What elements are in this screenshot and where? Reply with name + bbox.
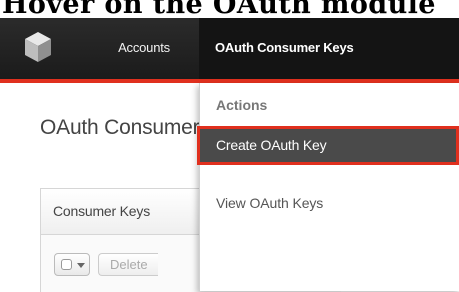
menu-item-create-oauth-key[interactable]: Create OAuth Key: [197, 126, 459, 165]
tutorial-caption: Hover on the OAuth module: [0, 0, 459, 18]
delete-button[interactable]: Delete: [98, 253, 158, 276]
top-navbar: Accounts OAuth Consumer Keys: [0, 18, 459, 83]
caption-text: Hover on the OAuth module: [2, 0, 436, 18]
mass-select-dropdown[interactable]: [54, 253, 90, 276]
module-actions-dropdown: Actions Create OAuth Key View OAuth Keys: [197, 83, 459, 291]
cube-icon[interactable]: [23, 30, 53, 64]
panel-header-label: Consumer Keys: [53, 203, 150, 219]
nav-tab-accounts[interactable]: Accounts: [91, 18, 197, 79]
menu-item-view-oauth-keys[interactable]: View OAuth Keys: [216, 195, 323, 211]
dropdown-header: Actions: [216, 97, 268, 113]
select-all-checkbox[interactable]: [61, 259, 72, 270]
nav-tab-oauth-consumer-keys[interactable]: OAuth Consumer Keys: [199, 18, 459, 79]
chevron-down-icon: [77, 263, 85, 268]
